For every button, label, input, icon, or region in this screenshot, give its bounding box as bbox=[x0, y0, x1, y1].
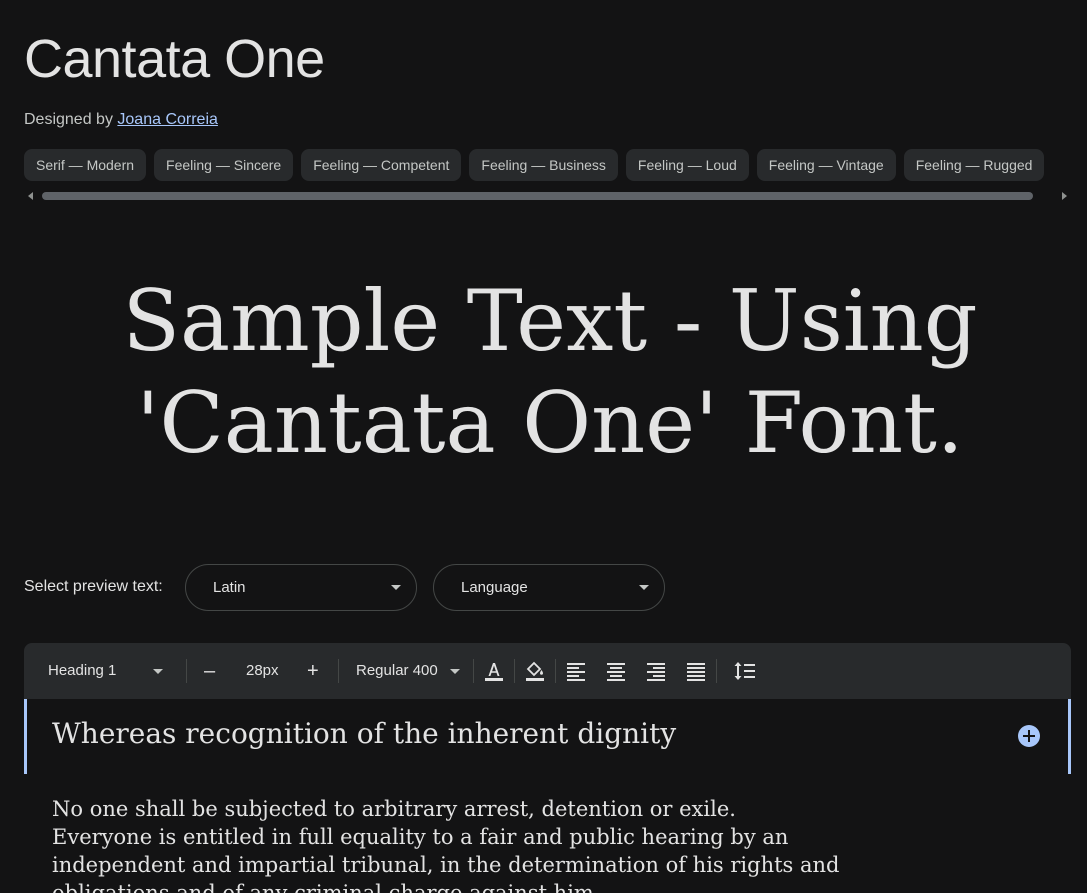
tag-chip[interactable]: Feeling — Vintage bbox=[756, 149, 896, 181]
body-line: No one shall be subjected to arbitrary a… bbox=[52, 797, 736, 821]
tag-chip[interactable]: Serif — Modern bbox=[24, 149, 147, 181]
tag-chip[interactable]: Feeling — Competent bbox=[301, 149, 462, 181]
chevron-down-icon bbox=[449, 668, 460, 674]
toolbar-divider bbox=[716, 659, 717, 683]
line-height-icon[interactable] bbox=[733, 659, 757, 683]
designer-link[interactable]: Joana Correia bbox=[117, 111, 218, 128]
body-line: obligations and of any criminal charge a… bbox=[52, 881, 601, 893]
decrease-size-button[interactable]: – bbox=[204, 643, 215, 699]
body-line: independent and impartial tribunal, in t… bbox=[52, 853, 840, 877]
editor-heading-text[interactable]: Whereas recognition of the inherent dign… bbox=[52, 717, 676, 750]
editor-toolbar: Heading 1 – 28px + Regular 400 bbox=[24, 643, 1071, 699]
heading-editor[interactable]: Whereas recognition of the inherent dign… bbox=[24, 699, 1071, 774]
chevron-down-icon bbox=[152, 668, 163, 674]
tag-chip[interactable]: Feeling — Business bbox=[469, 149, 618, 181]
sample-text-line: 'Cantata One' Font. bbox=[136, 374, 964, 472]
preview-text-label: Select preview text: bbox=[24, 578, 163, 595]
sample-text: Sample Text - Using 'Cantata One' Font. bbox=[80, 270, 1020, 474]
sample-text-line: Sample Text - Using bbox=[122, 272, 978, 370]
align-center-icon[interactable] bbox=[604, 659, 628, 683]
tags-fade-overlay bbox=[1047, 149, 1087, 182]
weight-dropdown-value: Regular 400 bbox=[356, 662, 438, 679]
tag-list: Serif — Modern Feeling — Sincere Feeling… bbox=[24, 149, 1087, 182]
align-right-icon[interactable] bbox=[644, 659, 668, 683]
language-select-value: Language bbox=[461, 579, 528, 596]
language-select[interactable]: Language bbox=[433, 564, 665, 611]
tag-chip[interactable]: Feeling — Sincere bbox=[154, 149, 294, 181]
scroll-right-icon[interactable] bbox=[1062, 192, 1067, 200]
designer-line: Designed by Joana Correia bbox=[24, 111, 218, 129]
body-preview-text[interactable]: No one shall be subjected to arbitrary a… bbox=[52, 795, 932, 893]
align-justify-icon[interactable] bbox=[684, 659, 708, 683]
style-dropdown[interactable]: Heading 1 bbox=[48, 643, 163, 699]
script-select[interactable]: Latin bbox=[185, 564, 417, 611]
tags-scrollbar[interactable] bbox=[24, 189, 1071, 203]
add-circle-icon[interactable] bbox=[1018, 725, 1040, 747]
increase-size-button[interactable]: + bbox=[307, 643, 319, 699]
style-dropdown-value: Heading 1 bbox=[48, 662, 117, 679]
align-left-icon[interactable] bbox=[564, 659, 588, 683]
body-line: Everyone is entitled in full equality to… bbox=[52, 825, 789, 849]
toolbar-divider bbox=[338, 659, 339, 683]
tag-chip[interactable]: Feeling — Rugged bbox=[903, 149, 1045, 181]
scroll-thumb[interactable] bbox=[42, 192, 1033, 200]
toolbar-divider bbox=[555, 659, 556, 683]
tag-chip[interactable]: Feeling — Loud bbox=[625, 149, 749, 181]
scroll-left-icon[interactable] bbox=[28, 192, 33, 200]
chevron-down-icon bbox=[391, 585, 401, 590]
weight-dropdown[interactable]: Regular 400 bbox=[356, 643, 460, 699]
font-title: Cantata One bbox=[24, 29, 325, 89]
text-color-icon[interactable] bbox=[482, 659, 506, 683]
script-select-value: Latin bbox=[213, 579, 246, 596]
chevron-down-icon bbox=[639, 585, 649, 590]
fill-color-icon[interactable] bbox=[523, 659, 547, 683]
toolbar-divider bbox=[186, 659, 187, 683]
designed-by-label: Designed by bbox=[24, 111, 113, 128]
font-size-value[interactable]: 28px bbox=[246, 643, 279, 699]
toolbar-divider bbox=[473, 659, 474, 683]
toolbar-divider bbox=[514, 659, 515, 683]
